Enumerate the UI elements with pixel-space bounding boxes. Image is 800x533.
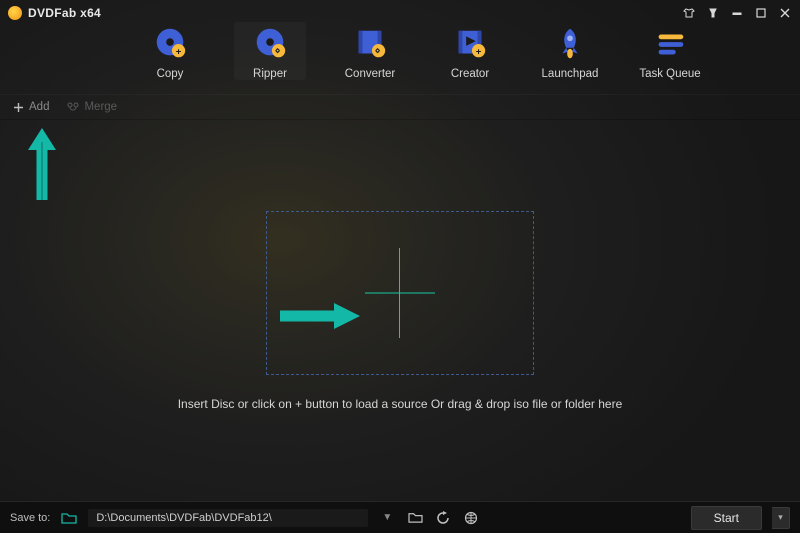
bottom-bar: Save to: ▼ Start ▾ [0,501,800,533]
tab-converter[interactable]: Converter [334,22,406,80]
app-logo-icon [8,6,22,20]
folder-icon[interactable] [60,509,78,527]
merge-button: Merge [67,101,117,113]
merge-label: Merge [84,101,117,113]
dropzone-plus-icon [365,248,435,338]
window-controls [682,6,792,20]
refresh-button[interactable] [434,509,452,527]
add-label: Add [29,101,49,113]
tab-label: Copy [157,68,184,80]
disc-ripper-icon [248,24,292,64]
tab-label: Ripper [253,68,287,80]
tab-label: Converter [345,68,396,80]
tab-creator[interactable]: + Creator [434,22,506,80]
tab-label: Launchpad [542,68,599,80]
save-to-label: Save to: [10,512,50,524]
add-button[interactable]: Add [12,101,49,113]
start-dropdown[interactable]: ▾ [772,507,790,529]
rocket-icon [548,24,592,64]
tab-ripper[interactable]: Ripper [234,22,306,80]
film-creator-icon: + [448,24,492,64]
film-converter-icon [348,24,392,64]
tab-launchpad[interactable]: Launchpad [534,22,606,80]
plus-icon [12,101,24,113]
globe-button[interactable] [462,509,480,527]
svg-text:+: + [476,46,482,57]
tab-label: Creator [451,68,489,80]
dropzone-hint: Insert Disc or click on + button to load… [178,397,623,411]
shirt-icon[interactable] [682,6,696,20]
source-dropzone[interactable] [266,211,534,375]
save-path-dropdown[interactable]: ▼ [378,512,396,523]
app-window: DVDFab x64 [0,0,800,533]
browse-folder-button[interactable] [406,509,424,527]
pin-icon[interactable] [706,6,720,20]
action-toolbar: Add Merge [0,94,800,120]
save-path-field[interactable] [88,509,368,527]
tab-task-queue[interactable]: Task Queue [634,22,706,80]
app-title: DVDFab x64 [28,6,101,20]
minimize-button[interactable] [730,6,744,20]
module-tabs: + Copy Ripper [0,22,800,94]
close-button[interactable] [778,6,792,20]
tab-label: Task Queue [639,68,700,80]
maximize-button[interactable] [754,6,768,20]
disc-copy-icon: + [148,24,192,64]
queue-icon [648,24,692,64]
main-area: Insert Disc or click on + button to load… [0,120,800,501]
tab-copy[interactable]: + Copy [134,22,206,80]
merge-icon [67,101,79,113]
start-button[interactable]: Start [691,506,762,530]
title-bar: DVDFab x64 [0,0,800,22]
svg-text:+: + [176,46,182,57]
